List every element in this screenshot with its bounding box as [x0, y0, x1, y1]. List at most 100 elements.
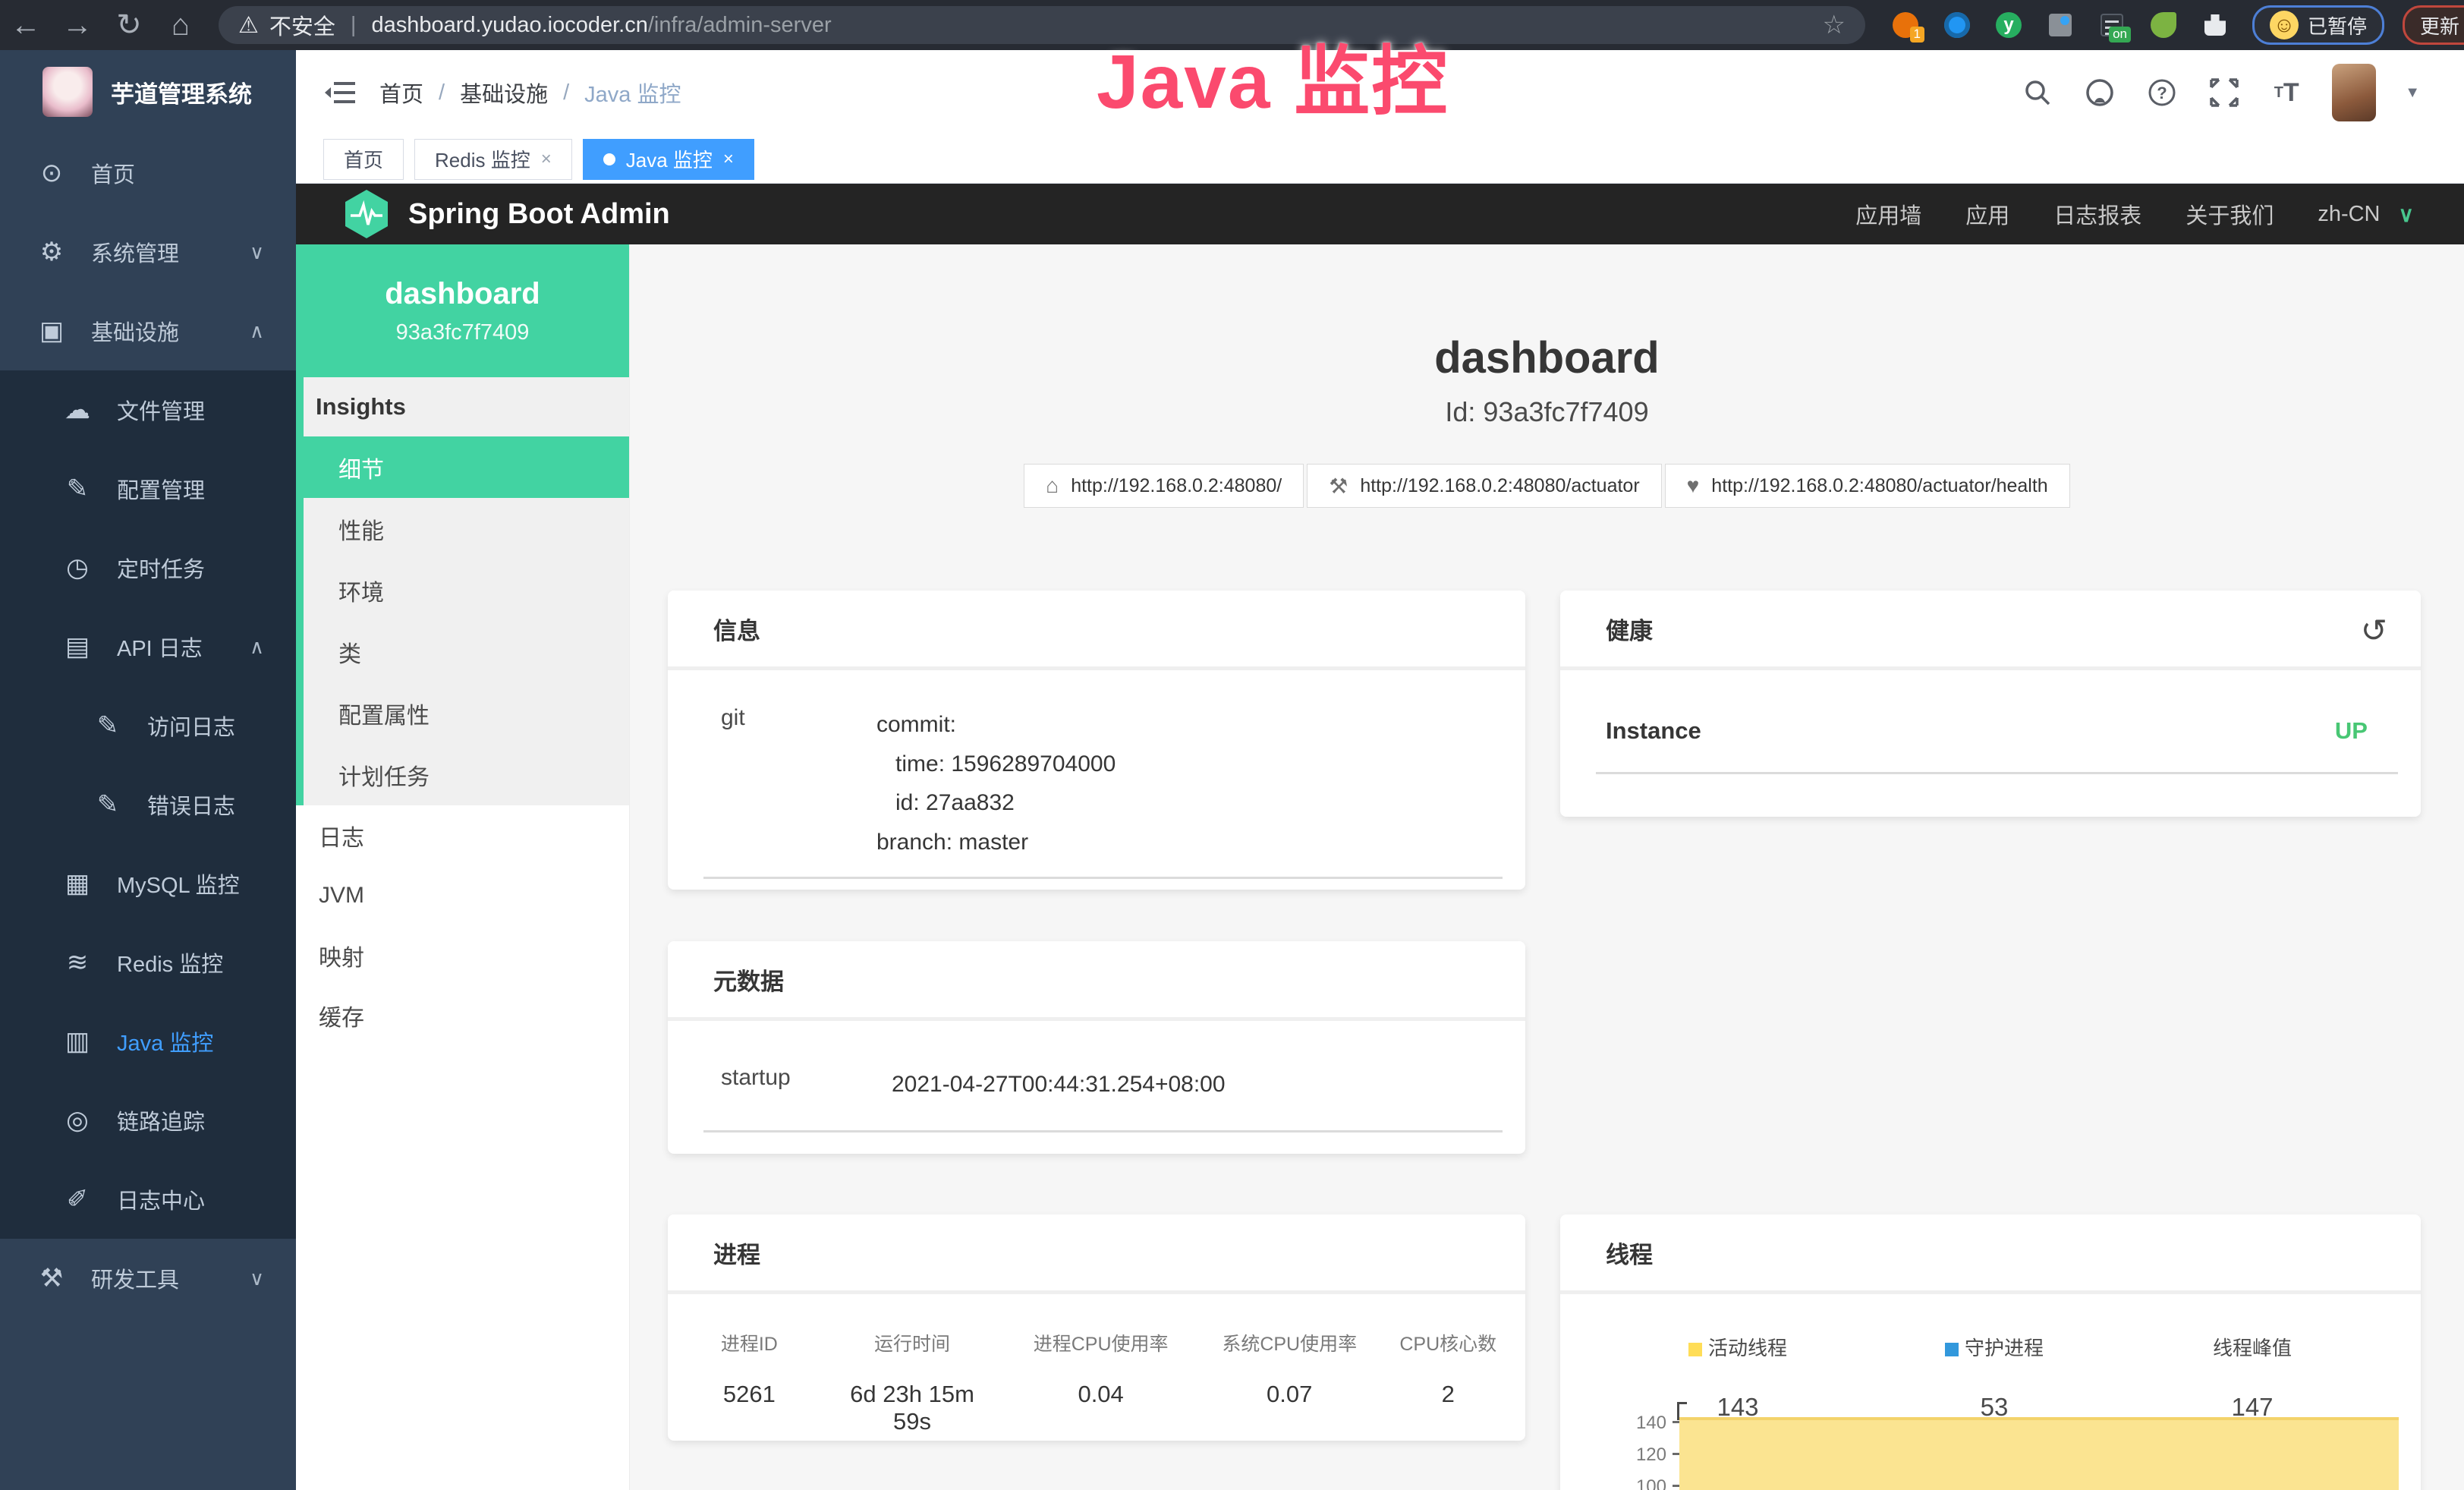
health-url-chip[interactable]: ♥ http://192.168.0.2:48080/actuator/heal…: [1665, 464, 2070, 508]
actuator-url-chip[interactable]: ⚒ http://192.168.0.2:48080/actuator: [1307, 464, 1661, 508]
y-axis-tick-label: 100: [1603, 1476, 1666, 1490]
browser-back-icon[interactable]: ←: [0, 8, 52, 43]
sba-nav-links: 应用墙 应用 日志报表 关于我们 zh-CN ∨: [1855, 198, 2414, 230]
bookmark-star-icon[interactable]: ☆: [1823, 10, 1846, 40]
health-row: Instance UP: [1560, 670, 2421, 745]
insights-section-label: Insights: [304, 377, 629, 436]
process-table: 进程ID 5261 运行时间 6d 23h 15m 59s 进程CPU使用率 0…: [668, 1294, 1525, 1435]
sidebar-item-config[interactable]: ✎ 配置管理: [0, 449, 296, 528]
sba-nav-journal[interactable]: 日志报表: [2053, 198, 2141, 230]
breadcrumb-home[interactable]: 首页: [379, 77, 423, 109]
profile-paused-pill[interactable]: ☺ 已暂停: [2252, 5, 2384, 45]
extension-grid-icon[interactable]: [2046, 11, 2075, 39]
close-icon[interactable]: ×: [723, 149, 734, 170]
admin-sidebar: 芋道管理系统 ⊙ 首页 ⚙ 系统管理 ∨ ▣ 基础设施 ∧ ☁ 文件管理 ✎ 配…: [0, 50, 296, 1490]
sba-nav-applications[interactable]: 应用: [1965, 198, 2009, 230]
sidebar-item-jobs[interactable]: ◷ 定时任务: [0, 528, 296, 607]
sidebar-item-label: 首页: [91, 157, 135, 189]
sba-item-classes[interactable]: 类: [304, 621, 629, 682]
tab-java-monitor[interactable]: Java 监控 ×: [583, 139, 754, 180]
sidebar-item-error-log[interactable]: ✎ 错误日志: [0, 765, 296, 844]
history-icon[interactable]: ↺: [2361, 612, 2387, 649]
browser-home-icon[interactable]: ⌂: [155, 8, 206, 43]
tab-label: Redis 监控: [435, 145, 530, 173]
instance-id: 93a3fc7f7409: [296, 320, 629, 345]
eye-icon: ◎: [61, 1105, 94, 1136]
legend-label: 线程峰值: [2123, 1333, 2381, 1361]
extensions-puzzle-icon[interactable]: [2201, 11, 2230, 39]
service-url-chip[interactable]: ⌂ http://192.168.0.2:48080/: [1024, 464, 1304, 508]
admin-logo[interactable]: 芋道管理系统: [0, 50, 296, 134]
row-divider: [703, 877, 1503, 879]
font-size-icon[interactable]: TT: [2270, 76, 2303, 109]
edit-icon: ✎: [91, 710, 124, 741]
sba-item-config-props[interactable]: 配置属性: [304, 682, 629, 744]
sba-item-jvm[interactable]: JVM: [296, 865, 629, 925]
hamburger-icon[interactable]: [323, 76, 357, 109]
browser-forward-icon[interactable]: →: [52, 8, 103, 43]
sba-item-metrics[interactable]: 性能: [304, 498, 629, 559]
sidebar-item-api-log[interactable]: ▤ API 日志 ∧: [0, 607, 296, 686]
sba-nav-wallboard[interactable]: 应用墙: [1855, 198, 1921, 230]
sidebar-item-redis[interactable]: ≋ Redis 监控: [0, 923, 296, 1002]
url-separator: |: [351, 13, 357, 38]
user-avatar[interactable]: [2332, 64, 2376, 121]
admin-title: 芋道管理系统: [111, 75, 252, 109]
profile-status-label: 已暂停: [2308, 11, 2367, 39]
sba-locale-select[interactable]: zh-CN: [2318, 202, 2380, 227]
tab-home[interactable]: 首页: [323, 139, 404, 180]
browser-reload-icon[interactable]: ↻: [103, 8, 155, 43]
metadata-key: startup: [721, 1065, 892, 1104]
sidebar-item-home[interactable]: ⊙ 首页: [0, 134, 296, 213]
sba-nav-about[interactable]: 关于我们: [2186, 198, 2274, 230]
sba-item-caches[interactable]: 缓存: [296, 985, 629, 1045]
sidebar-item-log-center[interactable]: ✐ 日志中心: [0, 1160, 296, 1239]
sidebar-item-dev-tools[interactable]: ⚒ 研发工具 ∨: [0, 1239, 296, 1318]
gear-icon: ⚙: [35, 237, 68, 267]
sba-item-details[interactable]: 细节: [296, 436, 629, 498]
sidebar-item-label: 文件管理: [117, 394, 205, 426]
col-value: 0.04: [993, 1381, 1208, 1408]
extension-y-icon[interactable]: y: [1994, 11, 2023, 39]
sba-item-logs[interactable]: 日志: [296, 805, 629, 865]
info-row: git commit: time: 1596289704000 id: 27aa…: [668, 670, 1525, 862]
col-value: 0.07: [1208, 1381, 1371, 1408]
threads-panel-title: 线程: [1560, 1214, 2421, 1294]
tab-redis-monitor[interactable]: Redis 监控 ×: [414, 139, 572, 180]
metadata-value: 2021-04-27T00:44:31.254+08:00: [892, 1065, 1226, 1104]
close-icon[interactable]: ×: [541, 149, 552, 170]
address-bar[interactable]: ⚠ 不安全 | dashboard.yudao.iocoder.cn/infra…: [219, 6, 1865, 44]
sba-item-mappings[interactable]: 映射: [296, 925, 629, 985]
sidebar-item-access-log[interactable]: ✎ 访问日志: [0, 686, 296, 765]
sidebar-item-files[interactable]: ☁ 文件管理: [0, 370, 296, 449]
extension-leaf-icon[interactable]: [2149, 11, 2178, 39]
sidebar-item-infra[interactable]: ▣ 基础设施 ∧: [0, 291, 296, 370]
sidebar-item-label: 基础设施: [91, 315, 179, 347]
sba-brand-title[interactable]: Spring Boot Admin: [408, 198, 670, 231]
sba-logo-icon[interactable]: [343, 188, 390, 240]
monitor-icon: ▣: [35, 316, 68, 346]
fullscreen-icon[interactable]: [2208, 76, 2241, 109]
sba-instance-header[interactable]: dashboard 93a3fc7f7409: [296, 244, 629, 377]
heartbeat-icon: ♥: [1687, 474, 1700, 498]
sba-item-environment[interactable]: 环境: [304, 559, 629, 621]
extension-orange-icon[interactable]: 1: [1891, 11, 1920, 39]
sidebar-item-mysql[interactable]: ▦ MySQL 监控: [0, 844, 296, 923]
search-icon[interactable]: [2021, 76, 2054, 109]
help-icon[interactable]: ?: [2145, 76, 2179, 109]
home-icon: ⌂: [1046, 474, 1059, 498]
github-icon[interactable]: [2083, 76, 2116, 109]
sidebar-item-tracing[interactable]: ◎ 链路追踪: [0, 1081, 296, 1160]
sidebar-item-system[interactable]: ⚙ 系统管理 ∨: [0, 213, 296, 291]
avatar-caret-icon[interactable]: ▼: [2405, 84, 2420, 102]
sidebar-item-java-monitor[interactable]: ▥ Java 监控: [0, 1002, 296, 1081]
chrome-update-button[interactable]: 更新 ⋮: [2403, 5, 2464, 45]
info-value: commit: time: 1596289704000 id: 27aa832 …: [876, 705, 1116, 862]
breadcrumb-infra[interactable]: 基础设施: [460, 77, 548, 109]
extension-pin-icon[interactable]: [1943, 11, 1972, 39]
instance-id-line: Id: 93a3fc7f7409: [630, 396, 2464, 428]
sba-item-scheduled-tasks[interactable]: 计划任务: [304, 744, 629, 805]
process-col-pid: 进程ID 5261: [668, 1329, 831, 1435]
sidebar-item-label: 研发工具: [91, 1262, 179, 1294]
extension-list-icon[interactable]: on: [2097, 11, 2126, 39]
